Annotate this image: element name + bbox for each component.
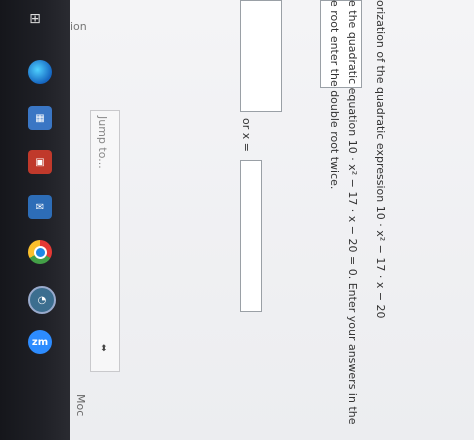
chevron-down-icon: ⬍: [100, 344, 108, 354]
question1-text: orization of the quadratic expression 10…: [374, 0, 387, 319]
jump-to-label: Jump to...: [96, 116, 109, 169]
question2-text-line2: e root enter the double root twice.: [328, 0, 341, 190]
root2-answer-input[interactable]: [240, 160, 262, 312]
taskbar: ⊞ ▦ ▣ ✉ ◔ zm: [0, 0, 70, 440]
store-icon[interactable]: ▦: [28, 106, 52, 130]
question2-text-line1: e the quadratic equation 10 · x² − 17 · …: [346, 0, 359, 425]
edge-icon[interactable]: [28, 60, 52, 84]
bottom-label: Moc: [74, 394, 87, 417]
mail-icon[interactable]: ✉: [28, 195, 52, 219]
section-label: ion: [70, 20, 87, 33]
chrome-icon[interactable]: [28, 240, 52, 264]
office-icon[interactable]: ▣: [28, 150, 52, 174]
or-label: or x =: [240, 118, 253, 152]
homework-page: orization of the quadratic expression 10…: [70, 0, 474, 440]
root1-answer-input[interactable]: [240, 0, 282, 112]
zoom-icon[interactable]: zm: [28, 330, 52, 354]
grid-icon[interactable]: ⊞: [26, 10, 44, 28]
circle-icon[interactable]: ◔: [28, 286, 56, 314]
